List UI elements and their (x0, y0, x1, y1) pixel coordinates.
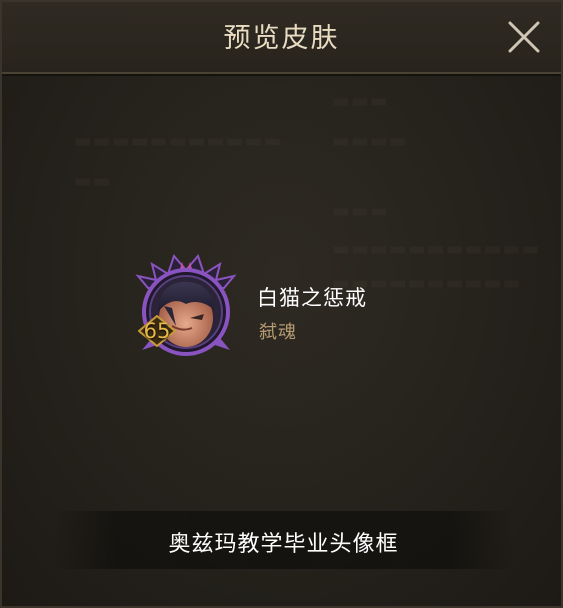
background-texture: ▬▬▬▬ (332, 130, 408, 152)
background-texture: ▬▬▬▬▬▬▬▬▬▬▬ (74, 130, 283, 152)
background-texture: ▬▬▬▬▬▬▬▬▬▬▬ (332, 238, 541, 260)
close-icon (508, 21, 540, 53)
dialog-title: 预览皮肤 (223, 23, 340, 54)
level-value: 65 (143, 319, 171, 343)
skin-subtitle: 弑魂 (259, 322, 297, 343)
background-texture: ▬▬▬ (332, 200, 389, 222)
dialog-header: 预览皮肤 (2, 2, 561, 74)
background-texture: ▬▬ (74, 170, 112, 192)
background-texture: ▬▬▬ (332, 90, 389, 112)
footer-label: 奥兹玛教学毕业头像框 (168, 532, 399, 557)
close-button[interactable] (505, 18, 543, 56)
level-badge: 65 (138, 315, 176, 347)
footer-banner: 奥兹玛教学毕业头像框 (52, 511, 515, 569)
skin-name: 白猫之惩戒 (257, 286, 367, 310)
preview-skin-dialog: 预览皮肤 ▬▬▬▬▬▬▬▬▬▬▬ ▬▬▬ ▬▬▬▬ ▬▬ ▬▬▬ ▬▬▬▬▬▬▬… (0, 0, 563, 608)
